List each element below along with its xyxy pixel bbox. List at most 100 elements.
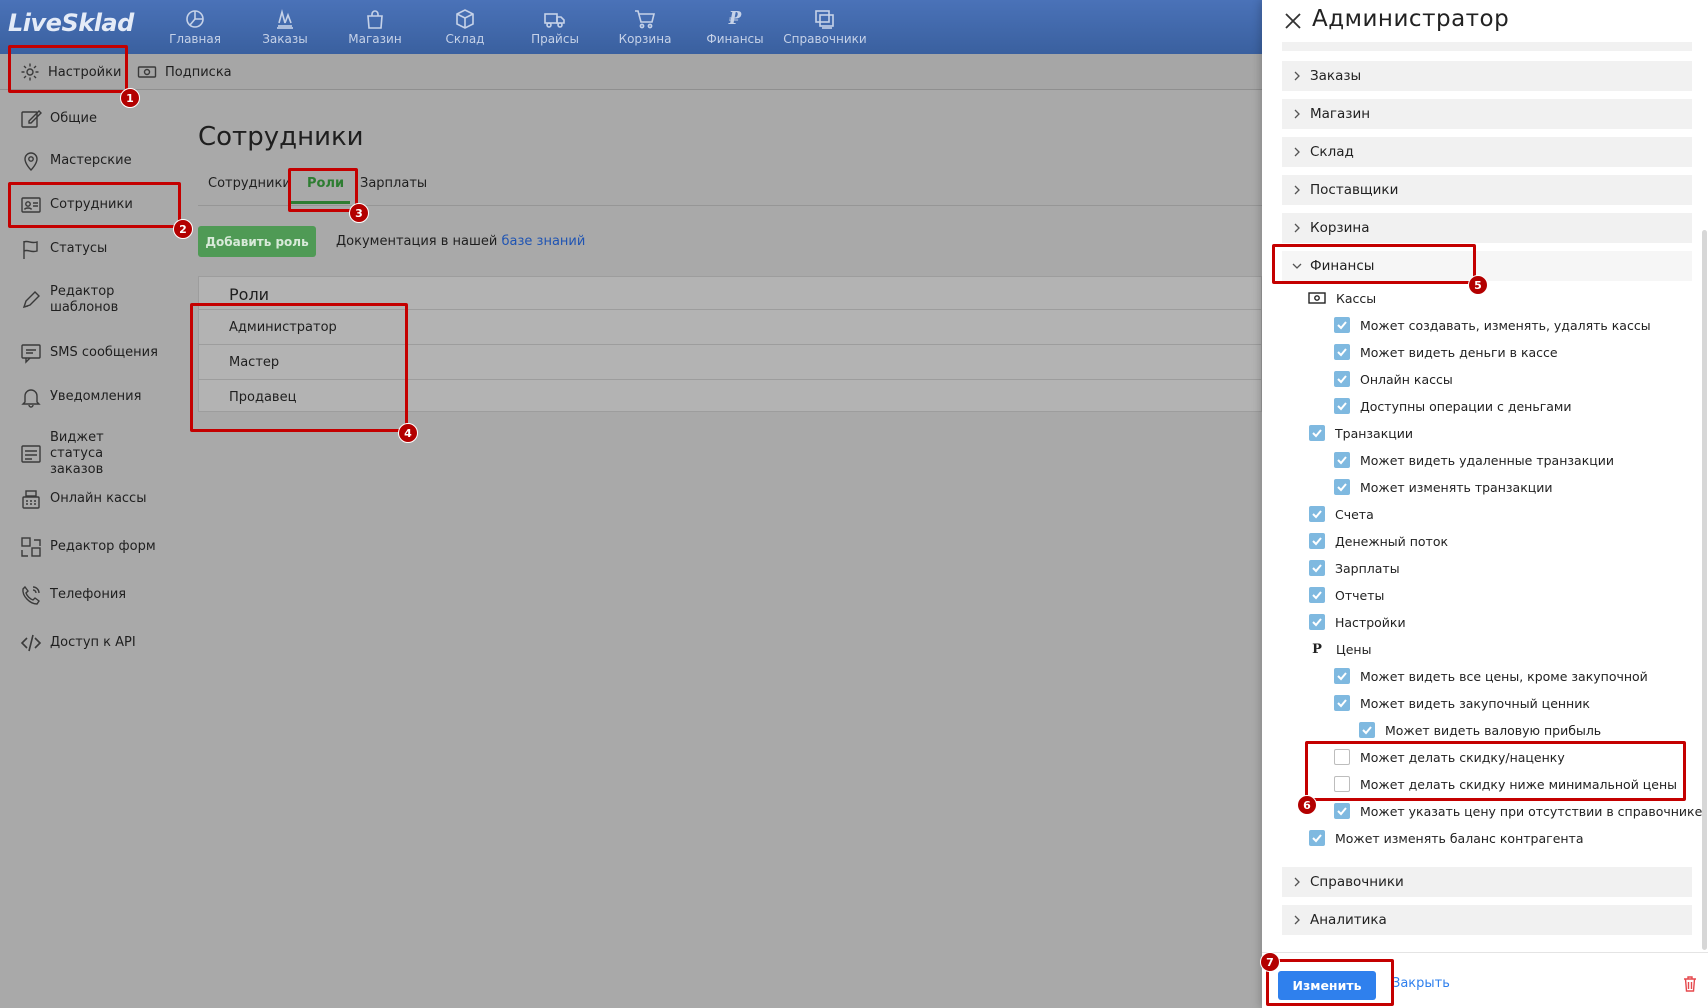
nav-orders-label: Заказы	[262, 32, 308, 46]
documentation-note: Документация в нашей базе знаний	[336, 234, 585, 249]
trash-icon[interactable]	[1682, 975, 1698, 993]
sidebar-item-general[interactable]: Общие	[20, 108, 97, 130]
perm-item[interactable]: Может указать цену при отсутствии в спра…	[1334, 803, 1702, 819]
drawer-scrollbar[interactable]	[1702, 230, 1707, 950]
section-label: Заказы	[1310, 68, 1362, 84]
checkbox-checked[interactable]	[1309, 533, 1325, 549]
sidebar-item-label: SMS сообщения	[50, 345, 158, 360]
section-analytics[interactable]: Аналитика	[1282, 905, 1692, 935]
sidebar-item-label: Доступ к API	[50, 635, 136, 650]
checkbox-checked[interactable]	[1309, 830, 1325, 846]
checkbox-checked[interactable]	[1334, 344, 1350, 360]
sidebar-item-telephony[interactable]: Телефония	[20, 584, 126, 606]
checkbox-checked[interactable]	[1309, 587, 1325, 603]
sidebar-item-form-editor[interactable]: Редактор форм	[20, 536, 156, 558]
subscription-tab[interactable]: Подписка	[137, 54, 232, 90]
nav-warehouse[interactable]: Склад	[420, 0, 510, 54]
checkbox-unchecked[interactable]	[1334, 749, 1350, 765]
perm-item[interactable]: Может делать скидку ниже минимальной цен…	[1334, 776, 1677, 792]
section-orders[interactable]: Заказы	[1282, 61, 1692, 91]
section-shop[interactable]: Магазин	[1282, 99, 1692, 129]
save-button[interactable]: Изменить	[1278, 971, 1376, 1000]
perm-label: Может делать скидку/наценку	[1360, 749, 1565, 765]
section-label: Поставщики	[1310, 182, 1399, 198]
sidebar-item-label: Редактор форм	[50, 539, 156, 554]
tab-salaries[interactable]: Зарплаты	[360, 176, 427, 191]
perm-item[interactable]: Может изменять баланс контрагента	[1309, 830, 1584, 846]
perm-item[interactable]: Транзакции	[1309, 425, 1413, 441]
close-icon[interactable]	[1282, 10, 1304, 32]
active-tab-indicator	[288, 201, 350, 204]
checkbox-checked[interactable]	[1334, 668, 1350, 684]
chevron-right-icon	[1294, 147, 1300, 157]
tab-employees[interactable]: Сотрудники	[208, 176, 291, 191]
perm-item[interactable]: Может создавать, изменять, удалять кассы	[1334, 317, 1651, 333]
sidebar-item-workshops[interactable]: Мастерские	[20, 150, 132, 172]
add-role-button[interactable]: Добавить роль	[198, 226, 316, 257]
nav-home[interactable]: Главная	[150, 0, 240, 54]
checkbox-checked[interactable]	[1309, 614, 1325, 630]
nav-directories[interactable]: Справочники	[780, 0, 870, 54]
checkbox-checked[interactable]	[1334, 479, 1350, 495]
edit-icon	[21, 110, 42, 128]
perm-item[interactable]: Зарплаты	[1309, 560, 1400, 576]
documentation-text: Документация в нашей	[336, 234, 498, 249]
nav-cart[interactable]: Корзина	[600, 0, 690, 54]
checkbox-checked[interactable]	[1309, 425, 1325, 441]
nav-finance[interactable]: ₽ Финансы	[690, 0, 780, 54]
tab-roles[interactable]: Роли	[307, 176, 344, 191]
section-cart[interactable]: Корзина	[1282, 213, 1692, 243]
checkbox-checked[interactable]	[1334, 695, 1350, 711]
section-finance[interactable]: Финансы	[1282, 251, 1692, 281]
perm-item[interactable]: Счета	[1309, 506, 1374, 522]
checkbox-checked[interactable]	[1309, 506, 1325, 522]
checkbox-checked[interactable]	[1334, 398, 1350, 414]
perm-item[interactable]: Может видеть все цены, кроме закупочной	[1334, 668, 1648, 684]
section-directories[interactable]: Справочники	[1282, 867, 1692, 897]
checkbox-checked[interactable]	[1334, 317, 1350, 333]
sidebar-item-sms[interactable]: SMS сообщения	[20, 342, 158, 364]
nav-shop-label: Магазин	[348, 32, 402, 46]
perm-item[interactable]: Онлайн кассы	[1334, 371, 1453, 387]
checkbox-unchecked[interactable]	[1334, 776, 1350, 792]
perm-item[interactable]: Может видеть закупочный ценник	[1334, 695, 1590, 711]
section-suppliers[interactable]: Поставщики	[1282, 175, 1692, 205]
nav-shop[interactable]: Магазин	[330, 0, 420, 54]
perm-item[interactable]: Настройки	[1309, 614, 1406, 630]
perm-label: Отчеты	[1335, 587, 1385, 603]
perm-item[interactable]: Денежный поток	[1309, 533, 1448, 549]
nav-orders[interactable]: Заказы	[240, 0, 330, 54]
sidebar-item-order-status-widget[interactable]: Виджет статуса заказов	[20, 430, 150, 478]
nav-prices[interactable]: Прайсы	[510, 0, 600, 54]
checkbox-checked[interactable]	[1334, 452, 1350, 468]
perm-item[interactable]: Может изменять транзакции	[1334, 479, 1553, 495]
sidebar-item-api-access[interactable]: Доступ к API	[20, 632, 136, 654]
role-row-master[interactable]: Мастер	[199, 344, 1263, 379]
sidebar-item-employees[interactable]: Сотрудники	[20, 194, 133, 216]
checkbox-checked[interactable]	[1334, 803, 1350, 819]
perm-item[interactable]: Отчеты	[1309, 587, 1384, 603]
perm-item[interactable]: Может делать скидку/наценку	[1334, 749, 1565, 765]
perm-item[interactable]: Может видеть деньги в кассе	[1334, 344, 1558, 360]
perm-item[interactable]: Доступны операции с деньгами	[1334, 398, 1572, 414]
directory-icon	[815, 10, 834, 29]
page-title: Сотрудники	[198, 122, 364, 152]
sidebar-item-notifications[interactable]: Уведомления	[20, 386, 141, 408]
close-link[interactable]: Закрыть	[1392, 976, 1450, 991]
perm-item[interactable]: Может видеть удаленные транзакции	[1334, 452, 1614, 468]
pen-icon	[22, 291, 40, 309]
knowledge-base-link[interactable]: базе знаний	[502, 234, 586, 249]
role-row-seller[interactable]: Продавец	[199, 379, 1263, 414]
app-logo[interactable]: LiveSklad	[8, 9, 134, 37]
checkbox-checked[interactable]	[1359, 722, 1375, 738]
role-row-administrator[interactable]: Администратор	[199, 309, 1263, 344]
sidebar-item-template-editor[interactable]: Редактор шаблонов	[20, 284, 140, 316]
checkbox-checked[interactable]	[1309, 560, 1325, 576]
sidebar-item-online-cashbox[interactable]: Онлайн кассы	[20, 488, 146, 510]
sidebar-item-statuses[interactable]: Статусы	[20, 238, 107, 260]
perm-item[interactable]: Может видеть валовую прибыль	[1359, 722, 1601, 738]
settings-tab[interactable]: Настройки	[20, 54, 121, 90]
perm-group-cashboxes: Кассы	[1308, 290, 1376, 306]
section-warehouse[interactable]: Склад	[1282, 137, 1692, 167]
checkbox-checked[interactable]	[1334, 371, 1350, 387]
